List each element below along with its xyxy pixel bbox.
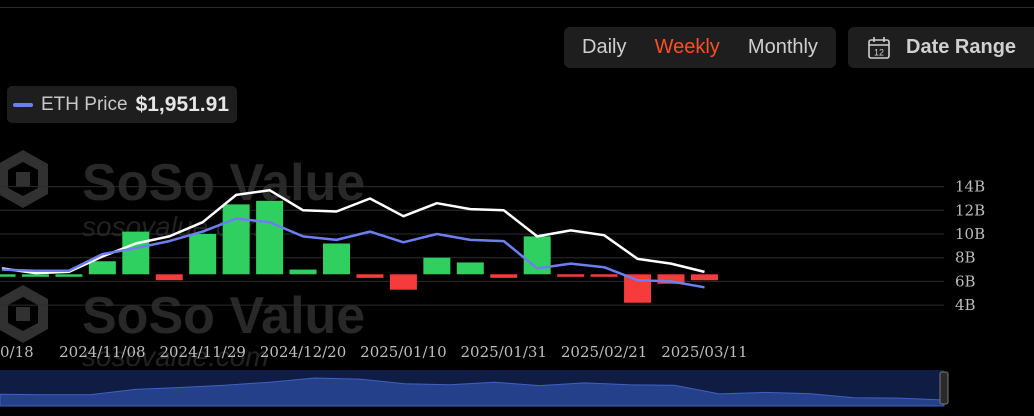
range-navigator[interactable] (0, 370, 949, 407)
flows-chart: SoSo Value sosovalue.com SoSo Value soso… (0, 150, 985, 407)
x-tick-label: 2025/02/21 (561, 343, 647, 361)
y-tick-label: 10B (955, 225, 985, 243)
watermark-logo-icon (0, 150, 48, 208)
flow-bar (590, 274, 618, 277)
y-tick-label: 8B (955, 249, 976, 267)
y-tick-label: 6B (955, 272, 976, 290)
x-axis-ticks: 0/18 2024/11/08 2024/11/29 2024/12/20 2025/0… (0, 343, 748, 361)
x-tick-label: 0/18 (0, 343, 34, 361)
watermark-upper: SoSo Value sosovalue.com (0, 150, 365, 242)
watermark-brand: SoSo Value (82, 154, 365, 212)
flow-bar (423, 257, 451, 275)
flow-bar (323, 243, 350, 275)
flow-bar (289, 269, 317, 275)
flow-bar (490, 274, 518, 278)
x-tick-label: 2025/03/11 (661, 343, 747, 361)
flow-bar (557, 274, 585, 277)
y-tick-label: 14B (955, 178, 985, 196)
flow-bar (189, 234, 217, 275)
flow-bar (55, 274, 83, 277)
y-axis-ticks: 4B 6B 8B 10B 12B 14B (955, 178, 985, 315)
navigator-handle[interactable] (939, 371, 949, 405)
flow-bar (88, 261, 116, 275)
watermark-logo-icon-lower (0, 285, 48, 343)
flow-bar (256, 200, 284, 275)
flow-bar (21, 274, 49, 277)
x-tick-label: 2024/11/29 (159, 343, 245, 361)
x-tick-label: 2025/01/31 (461, 343, 547, 361)
flow-bar (624, 274, 652, 303)
y-tick-label: 4B (955, 296, 976, 314)
flow-bar (122, 231, 150, 275)
flow-bar (222, 204, 250, 275)
flow-bar (456, 262, 484, 275)
y-tick-label: 12B (955, 201, 985, 219)
flow-bar (389, 274, 417, 290)
flow-bar (690, 274, 718, 281)
x-tick-label: 2024/12/20 (260, 343, 346, 361)
flow-bar (155, 274, 183, 281)
flow-bar (0, 274, 16, 277)
x-tick-label: 2025/01/10 (360, 343, 446, 361)
flow-bar (356, 274, 384, 278)
x-tick-label: 2024/11/08 (59, 343, 145, 361)
watermark-brand-lower: SoSo Value (82, 287, 365, 345)
